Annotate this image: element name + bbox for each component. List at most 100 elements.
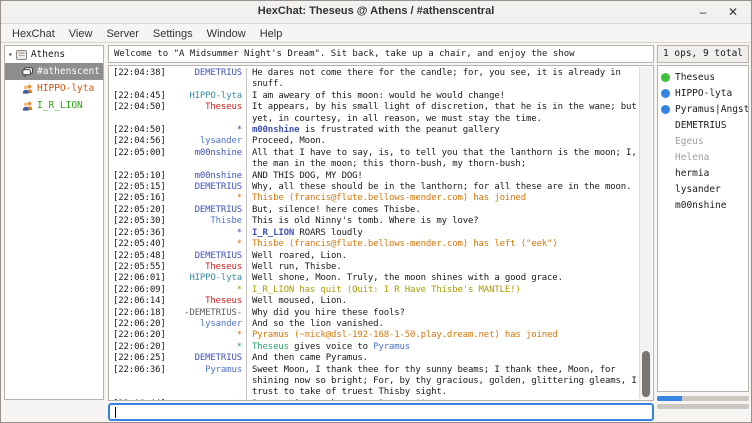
- timestamp: [22:06:20]: [110, 342, 166, 353]
- chat-message-row: [22:06:18]-DEMETRIUS-Why did you hire th…: [110, 308, 639, 319]
- chat-message-text: I_R_LION ROARS loudly: [246, 228, 639, 239]
- chat-nick: *: [166, 399, 246, 401]
- userlist-header: 1 ops, 9 total: [657, 45, 749, 63]
- timestamp: [22:05:16]: [110, 193, 166, 204]
- chat-message-row: [22:05:48]DEMETRIUSWell roared, Lion.: [110, 251, 639, 262]
- chat-message-text: Well roared, Lion.: [246, 251, 639, 262]
- expander-icon[interactable]: ▾: [8, 50, 13, 59]
- timestamp: [22:06:20]: [110, 330, 166, 341]
- no-badge-spacer: [661, 153, 670, 162]
- chat-message-text: m00nshine is frustrated with the peanut …: [246, 125, 639, 136]
- chat-nick: DEMETRIUS: [166, 68, 246, 91]
- chat-message-row: [22:04:50]*m00nshine is frustrated with …: [110, 125, 639, 136]
- chat-nick: DEMETRIUS: [166, 353, 246, 364]
- user-list: Theseus HIPPO-lyta Pyramus|Angsty DEMETRIUS…: [657, 65, 749, 392]
- timestamp: [22:05:15]: [110, 182, 166, 193]
- timestamp: [22:05:20]: [110, 205, 166, 216]
- chat-message-row: [22:04:38]DEMETRIUSHe dares not come the…: [110, 68, 639, 91]
- chat-message-row: [22:06:09]*I_R_LION has quit (Quit: I R …: [110, 285, 639, 296]
- tree-item-label: #athenscent: [37, 66, 100, 77]
- chat-scrollbar[interactable]: [639, 67, 652, 399]
- user-nick: HIPPO-lyta: [675, 88, 732, 99]
- user-list-item[interactable]: Pyramus|Angsty: [658, 101, 748, 117]
- tree-item-label: HIPPO-lyta: [37, 83, 94, 94]
- tree-item-server[interactable]: ▾ Athens: [5, 46, 103, 63]
- timestamp: [22:05:36]: [110, 228, 166, 239]
- user-list-item[interactable]: lysander: [658, 181, 748, 197]
- chat-nick: *: [166, 228, 246, 239]
- chat-message-row: [22:05:00]m00nshineAll that I have to sa…: [110, 148, 639, 171]
- no-badge-spacer: [661, 121, 670, 130]
- chat-nick: Pyramus: [166, 365, 246, 399]
- chat-message-text: Well shone, Moon. Truly, the moon shines…: [246, 273, 639, 284]
- timestamp: [22:06:01]: [110, 273, 166, 284]
- title-bar: HexChat: Theseus @ Athens / #athenscentr…: [1, 1, 751, 24]
- timestamp: [22:06:18]: [110, 308, 166, 319]
- chat-message-row: [22:06:01]HIPPO-lytaWell shone, Moon. Tr…: [110, 273, 639, 284]
- tree-item-i_r_lion[interactable]: I_R_LION: [5, 97, 103, 114]
- chat-message-text: Thisbe (francis@flute.bellows-mender.com…: [246, 193, 639, 204]
- tree-item-hippo-lyta[interactable]: HIPPO-lyta: [5, 80, 103, 97]
- chat-message-row: [22:06:20]*Pyramus (~nick@dsl-192-168-1-…: [110, 330, 639, 341]
- user-list-item[interactable]: hermia: [658, 165, 748, 181]
- voice-badge-icon: [661, 105, 670, 114]
- chat-nick: *: [166, 342, 246, 353]
- chat-nick: Theseus: [166, 296, 246, 307]
- user-list-item[interactable]: Theseus: [658, 69, 748, 85]
- chat-message-text: I am aweary of this moon: would he would…: [246, 91, 639, 102]
- topic-input[interactable]: Welcome to "A Midsummer Night's Dream". …: [108, 45, 654, 63]
- menu-item-help[interactable]: Help: [253, 28, 290, 40]
- user-list-item[interactable]: Helena: [658, 149, 748, 165]
- op-badge-icon: [661, 73, 670, 82]
- timestamp: [22:06:14]: [110, 296, 166, 307]
- menu-item-window[interactable]: Window: [200, 28, 253, 40]
- chat-nick: HIPPO-lyta: [166, 273, 246, 284]
- hexchat-window: HexChat: Theseus @ Athens / #athenscentr…: [0, 0, 752, 423]
- chat-message-row: [22:05:10]m00nshineAND THIS DOG, MY DOG!: [110, 171, 639, 182]
- chat-message-row: [22:06:25]DEMETRIUSAnd then came Pyramus…: [110, 353, 639, 364]
- tree-item-channel[interactable]: #athenscent: [5, 63, 103, 80]
- chat-nick: *: [166, 330, 246, 341]
- message-input[interactable]: [108, 403, 654, 421]
- chat-message-row: [22:04:50]TheseusIt appears, by his smal…: [110, 102, 639, 125]
- chat-message-text: And then came Pyramus.: [246, 353, 639, 364]
- timestamp: [22:05:00]: [110, 148, 166, 171]
- chat-message-text: Thisbe (francis@flute.bellows-mender.com…: [246, 239, 639, 250]
- user-list-item[interactable]: Egeus: [658, 133, 748, 149]
- chat-message-row: [22:05:16]*Thisbe (francis@flute.bellows…: [110, 193, 639, 204]
- timestamp: [22:05:30]: [110, 216, 166, 227]
- chat-message-row: [22:05:15]DEMETRIUSWhy, all these should…: [110, 182, 639, 193]
- menu-item-hexchat[interactable]: HexChat: [5, 28, 62, 40]
- menu-item-server[interactable]: Server: [99, 28, 145, 40]
- user-nick: Pyramus|Angsty: [675, 104, 749, 115]
- menu-item-view[interactable]: View: [62, 28, 100, 40]
- server-icon: [16, 50, 27, 60]
- chat-message-text: I_R_LION has quit (Quit: I R Have Thisbe…: [246, 285, 639, 296]
- chat-message-row: [22:06:44]*Pyramus is now known as Pyram…: [110, 399, 639, 401]
- user-list-item[interactable]: m00nshine: [658, 197, 748, 213]
- window-title: HexChat: Theseus @ Athens / #athenscentr…: [1, 5, 751, 17]
- minimize-button[interactable]: –: [693, 3, 713, 21]
- timestamp: [22:05:48]: [110, 251, 166, 262]
- user-nick: m00nshine: [675, 200, 726, 211]
- chat-message-text: Pyramus (~nick@dsl-192-168-1-50.play.dre…: [246, 330, 639, 341]
- menu-item-settings[interactable]: Settings: [146, 28, 200, 40]
- chat-message-text: And so the lion vanished.: [246, 319, 639, 330]
- timestamp: [22:04:38]: [110, 68, 166, 91]
- chat-nick: -DEMETRIUS-: [166, 308, 246, 319]
- tree-server-label: Athens: [31, 49, 65, 60]
- chat-nick: Theseus: [166, 102, 246, 125]
- network-tree: ▾ Athens #athenscent HIPPO-lyta I_R_LION: [4, 45, 104, 400]
- no-badge-spacer: [661, 185, 670, 194]
- timestamp: [22:04:45]: [110, 91, 166, 102]
- chat-scrollbar-thumb[interactable]: [642, 351, 650, 397]
- user-list-item[interactable]: HIPPO-lyta: [658, 85, 748, 101]
- close-button[interactable]: ✕: [723, 3, 743, 21]
- timestamp: [22:05:10]: [110, 171, 166, 182]
- user-list-item[interactable]: DEMETRIUS: [658, 117, 748, 133]
- user-nick: Egeus: [675, 136, 704, 147]
- chat-message-row: [22:05:20]DEMETRIUSBut, silence! here co…: [110, 205, 639, 216]
- chat-message-text: Why, all these should be in the lanthorn…: [246, 182, 639, 193]
- chat-nick: lysander: [166, 136, 246, 147]
- chat-message-text: Pyramus is now known as Pyramus|Angsty: [246, 399, 639, 401]
